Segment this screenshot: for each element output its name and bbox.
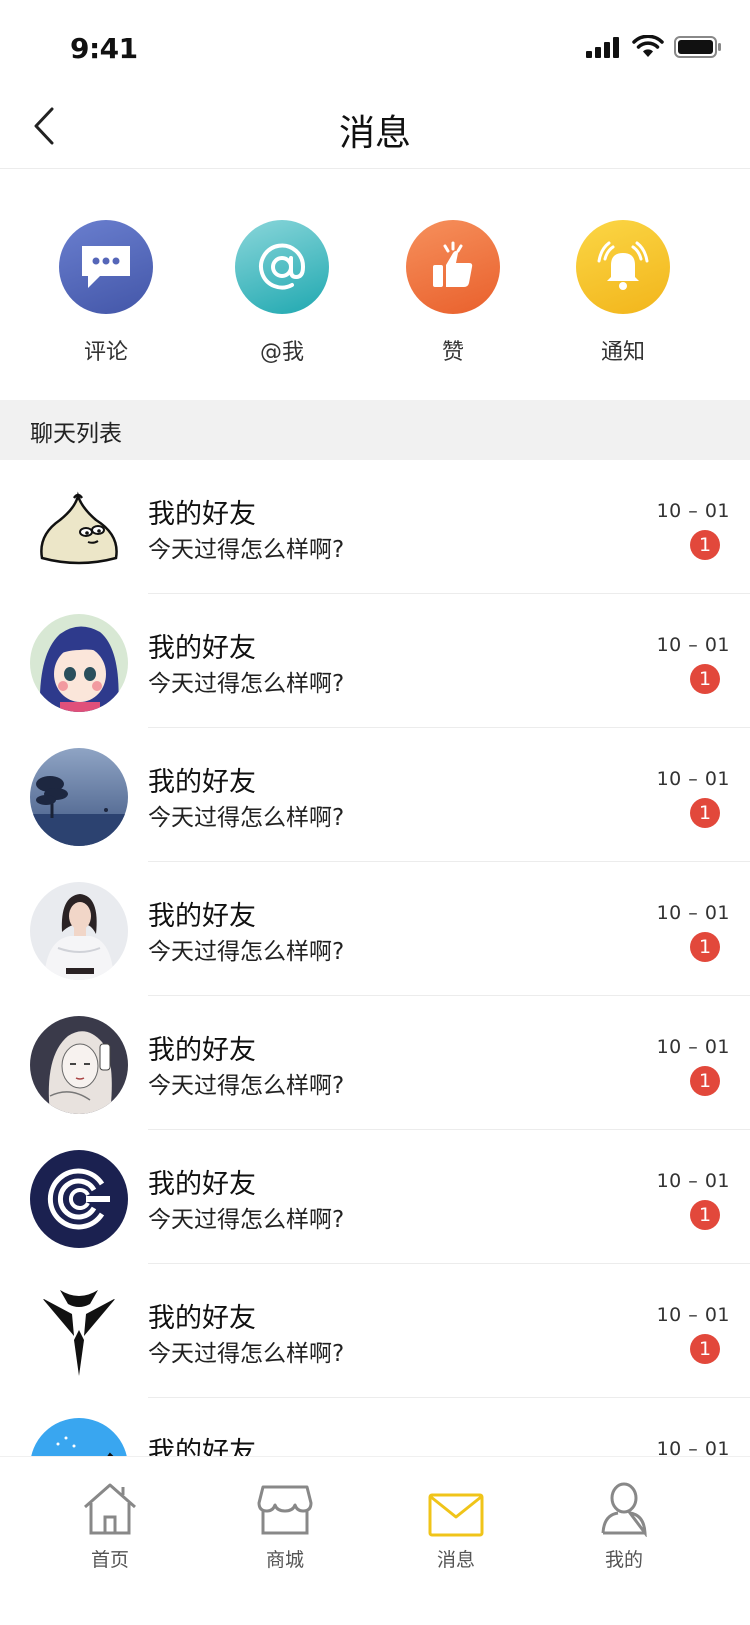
- sketch-girl-avatar: [30, 1016, 128, 1114]
- unread-badge: 1: [690, 932, 720, 962]
- anime-girl-avatar: [30, 614, 128, 712]
- unread-badge: 1: [690, 1200, 720, 1230]
- chat-time: 10 – 01: [656, 634, 730, 656]
- black-logo-avatar: [30, 1284, 128, 1382]
- quick-action-label: @我: [259, 340, 304, 365]
- chat-time: 10 – 01: [656, 768, 730, 790]
- unread-badge: 1: [690, 1334, 720, 1364]
- chat-message: 今天过得怎么样啊?: [148, 1207, 345, 1233]
- chat-time: 10 – 01: [656, 1438, 730, 1456]
- bell-icon: [576, 220, 670, 314]
- quick-action-mention[interactable]: @我: [222, 220, 342, 366]
- dumpling-avatar: [30, 480, 128, 578]
- tab-bar: 首页 商城 消息 我的: [0, 1456, 750, 1625]
- tab-home[interactable]: 首页: [50, 1479, 170, 1572]
- chat-name: 我的好友: [148, 633, 256, 664]
- tab-label: 商城: [265, 1549, 304, 1571]
- signal-icon: [586, 37, 619, 58]
- unread-badge: 1: [690, 1066, 720, 1096]
- chat-time: 10 – 01: [656, 1304, 730, 1326]
- battery-icon: [674, 36, 721, 58]
- page-title: 消息: [338, 113, 411, 154]
- woman-photo-avatar: [30, 882, 128, 980]
- chat-item[interactable]: 我的好友 今天过得怎么样啊? 10 – 01 1: [0, 460, 750, 594]
- quick-actions: 评论 @我 赞 通知: [0, 170, 750, 400]
- chat-time: 10 – 01: [656, 902, 730, 924]
- chat-message: 今天过得怎么样啊?: [148, 1341, 345, 1367]
- tab-label: 我的: [604, 1549, 643, 1571]
- chat-item[interactable]: 我的好友 今天过得怎么样啊? 10 – 01 1: [0, 728, 750, 862]
- tab-label: 消息: [436, 1549, 475, 1571]
- tab-profile[interactable]: 我的: [564, 1479, 684, 1572]
- quick-action-label: 赞: [441, 340, 464, 365]
- quick-action-label: 通知: [600, 340, 645, 365]
- chat-name: 我的好友: [148, 499, 256, 530]
- user-icon: [564, 1479, 684, 1537]
- tab-shop[interactable]: 商城: [225, 1479, 345, 1572]
- chat-name: 我的好友: [148, 901, 256, 932]
- comment-icon: [59, 220, 153, 314]
- unread-badge: 1: [690, 664, 720, 694]
- chat-name: 我的好友: [148, 1303, 256, 1334]
- chat-time: 10 – 01: [656, 500, 730, 522]
- chat-item[interactable]: 我的好友 今天过得怎么样啊? 10 – 01 1: [0, 996, 750, 1130]
- status-icons: [586, 32, 722, 62]
- chat-name: 我的好友: [148, 1437, 256, 1456]
- quick-action-comment[interactable]: 评论: [46, 220, 166, 366]
- chat-item[interactable]: 我的好友 10 – 01: [0, 1398, 750, 1456]
- chat-list[interactable]: 我的好友 今天过得怎么样啊? 10 – 01 1 我的好友 今天过得怎么样啊? …: [0, 460, 750, 1456]
- chat-name: 我的好友: [148, 767, 256, 798]
- chat-message: 今天过得怎么样啊?: [148, 1073, 345, 1099]
- chat-message: 今天过得怎么样啊?: [148, 537, 345, 563]
- thumbs-up-icon: [406, 220, 500, 314]
- at-icon: [235, 220, 329, 314]
- blue-cartoon-avatar: [30, 1418, 128, 1456]
- mail-icon: [396, 1479, 516, 1537]
- chat-name: 我的好友: [148, 1035, 256, 1066]
- section-header: 聊天列表: [0, 400, 750, 460]
- unread-badge: 1: [690, 530, 720, 560]
- tab-label: 首页: [90, 1549, 129, 1571]
- chat-time: 10 – 01: [656, 1036, 730, 1058]
- chat-message: 今天过得怎么样啊?: [148, 671, 345, 697]
- chat-name: 我的好友: [148, 1169, 256, 1200]
- nav-bar: 消息: [0, 90, 750, 169]
- winter-tree-avatar: [30, 748, 128, 846]
- chat-item[interactable]: 我的好友 今天过得怎么样啊? 10 – 01 1: [0, 862, 750, 996]
- status-bar: 9:41: [0, 0, 750, 90]
- chat-message: 今天过得怎么样啊?: [148, 805, 345, 831]
- wifi-icon: [632, 35, 664, 57]
- quick-action-notify[interactable]: 通知: [563, 220, 683, 366]
- chat-item[interactable]: 我的好友 今天过得怎么样啊? 10 – 01 1: [0, 1130, 750, 1264]
- status-time: 9:41: [70, 32, 138, 65]
- section-title: 聊天列表: [30, 421, 122, 447]
- unread-badge: 1: [690, 798, 720, 828]
- shop-icon: [225, 1479, 345, 1537]
- tab-messages[interactable]: 消息: [396, 1479, 516, 1572]
- c-logo-avatar: [30, 1150, 128, 1248]
- chat-time: 10 – 01: [656, 1170, 730, 1192]
- chat-message: 今天过得怎么样啊?: [148, 939, 345, 965]
- home-icon: [50, 1479, 170, 1537]
- chat-item[interactable]: 我的好友 今天过得怎么样啊? 10 – 01 1: [0, 594, 750, 728]
- quick-action-label: 评论: [83, 340, 128, 365]
- chat-item[interactable]: 我的好友 今天过得怎么样啊? 10 – 01 1: [0, 1264, 750, 1398]
- quick-action-like[interactable]: 赞: [393, 220, 513, 366]
